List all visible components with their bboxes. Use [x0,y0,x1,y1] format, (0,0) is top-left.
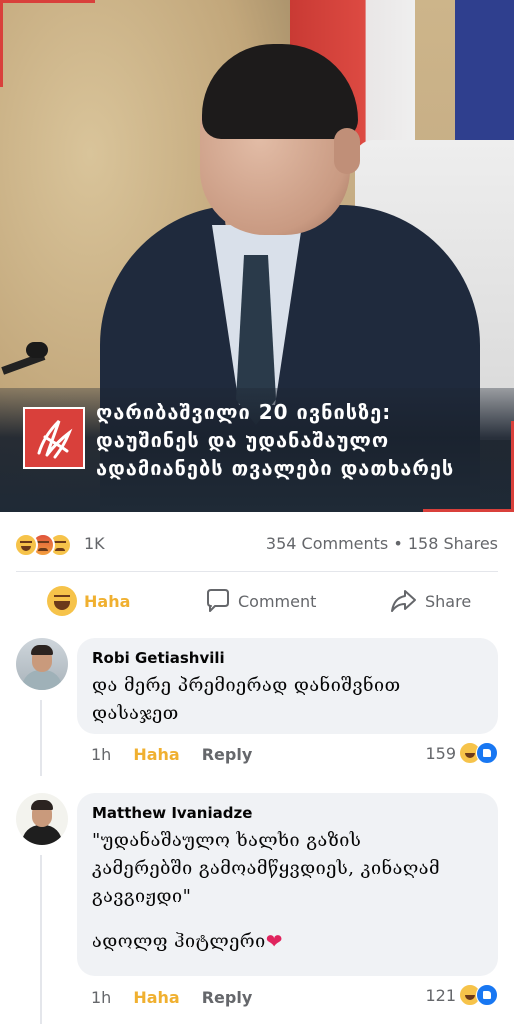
haha-emoji-icon [14,533,38,557]
comment-signature-line: ადოლფ ჰიტლერი❤ [92,927,484,956]
thread-line [40,855,42,1024]
share-button-label: Share [425,591,472,611]
microphone-head [26,342,48,358]
divider [16,571,498,572]
post-actions: Haha Comment Share [0,578,514,624]
comment-text-line: "უდანაშაულო ხალხი გაზის [92,830,362,851]
comment-time[interactable]: 1h [91,745,111,764]
comment-reaction-number: 159 [425,743,456,763]
heart-icon: ❤ [265,929,283,953]
comment-text: და მერე პრემიერად დანიშვნით დასაჯეთ [92,672,484,728]
share-icon [391,590,416,612]
haha-emoji-icon [47,586,77,616]
haha-button[interactable]: Haha [47,578,130,624]
comment-reply-button[interactable]: Reply [202,988,253,1007]
like-icon [476,742,498,764]
comments-shares-count[interactable]: 354 Comments • 158 Shares [266,534,498,553]
comment-time[interactable]: 1h [91,988,111,1007]
comment-author[interactable]: Matthew Ivaniadze [92,803,484,823]
haha-button-label: Haha [84,591,131,611]
comment-button-label: Comment [238,591,317,611]
comment-meta: 1h Haha Reply [91,985,274,1009]
comment-text-line: კამერებში გამოამწყვდიეს, კინაღამ [92,858,441,879]
comment-bubble: Robi Getiashvili და მერე პრემიერად დანიშ… [77,638,498,734]
avatar[interactable] [16,793,68,845]
frame-corner-bottom-right [423,421,514,512]
comment-reaction-number: 121 [425,985,456,1005]
comment-button[interactable]: Comment [204,578,316,624]
comment-signature: ადოლფ ჰიტლერი [92,931,266,952]
comment-text-line: დასაჯეთ [92,703,179,724]
comment-spacer [92,911,484,927]
share-button[interactable]: Share [389,578,471,624]
comment-reply-button[interactable]: Reply [202,745,253,764]
reactions-count[interactable]: 1K [84,534,105,553]
eu-flag [455,0,514,150]
comment-reaction-count[interactable]: 121 [425,983,498,1007]
publisher-logo [23,407,85,469]
thread-line [40,700,42,776]
comment-meta: 1h Haha Reply [91,742,274,766]
reaction-summary[interactable]: 1K 354 Comments • 158 Shares [0,527,514,557]
like-icon [476,984,498,1006]
comment-haha-button[interactable]: Haha [133,745,179,764]
post-image[interactable]: ღარიბაშვილი 20 ივნისზე: დაუშინეს და უდან… [0,0,514,512]
comment-haha-button[interactable]: Haha [133,988,179,1007]
comment-icon [207,589,229,612]
comment-text-line: და მერე პრემიერად დანიშვნით [92,675,401,696]
frame-corner-top-left [0,0,95,87]
comment-text-line: გავგიჟდი" [92,886,192,907]
comment-bubble: Matthew Ivaniadze "უდანაშაულო ხალხი გაზი… [77,793,498,976]
comment-text: "უდანაშაულო ხალხი გაზის კამერებში გამოამ… [92,827,484,956]
publisher-logo-icon [37,419,73,459]
comment-reaction-count[interactable]: 159 [425,741,498,765]
person-ear [334,128,360,174]
comment-author[interactable]: Robi Getiashvili [92,648,484,668]
avatar[interactable] [16,638,68,690]
